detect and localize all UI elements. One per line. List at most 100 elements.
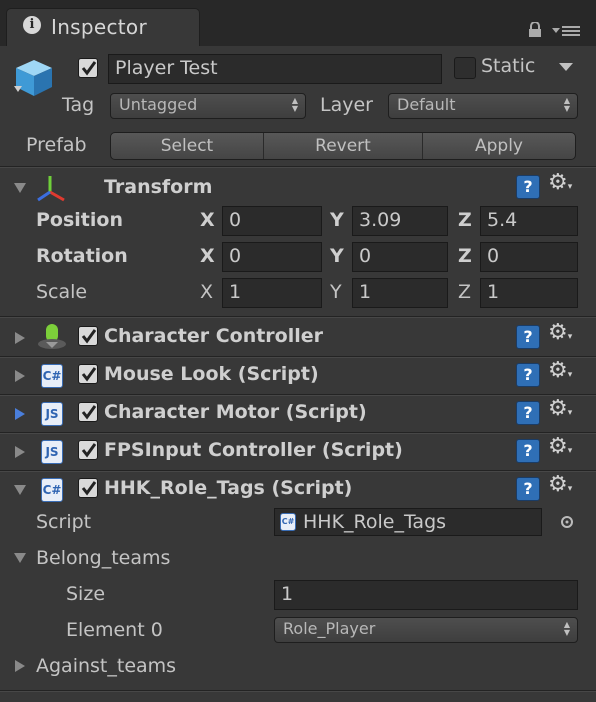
help-icon[interactable]: ? (516, 325, 540, 349)
component-title: Character Motor (Script) (104, 401, 367, 423)
gear-icon: ⚙ (548, 434, 568, 459)
gear-icon: ⚙ (548, 396, 568, 421)
gear-arrow-icon: ▾ (567, 446, 573, 456)
prefab-select-button[interactable]: Select (111, 133, 263, 159)
gear-icon: ⚙ (548, 358, 568, 383)
prefab-button-group: Select Revert Apply (110, 132, 576, 160)
position-y-field[interactable]: 3.09 (352, 206, 448, 236)
divider (0, 691, 596, 692)
layer-dropdown[interactable]: Default ▲ ▼ (388, 93, 578, 119)
divider (0, 471, 596, 472)
divider (0, 357, 596, 358)
gear-icon: ⚙ (548, 320, 568, 345)
script-reference-field[interactable]: HHK_Role_Tags (274, 508, 542, 536)
tab-title: Inspector (51, 15, 147, 39)
layer-label: Layer (320, 94, 373, 116)
rotation-x-field[interactable]: 0 (222, 242, 322, 272)
object-picker-icon[interactable] (559, 514, 575, 530)
element0-dropdown[interactable]: Role_Player ▲ ▼ (274, 617, 578, 643)
help-icon[interactable]: ? (516, 401, 540, 425)
prefab-apply-button[interactable]: Apply (423, 133, 575, 159)
character-controller-icon (38, 324, 66, 349)
component-title: FPSInput Controller (Script) (104, 439, 403, 461)
position-x-field[interactable]: 0 (222, 206, 322, 236)
inspector-tab[interactable]: i Inspector (6, 8, 200, 46)
script-reference-value: HHK_Role_Tags (303, 511, 447, 533)
settings-gear-icon[interactable]: ⚙▾ (548, 322, 572, 344)
script-label: Script (36, 511, 92, 533)
scale-x-field[interactable]: 1 (222, 278, 322, 308)
divider (0, 433, 596, 434)
tag-dropdown-value: Untagged (119, 95, 198, 114)
role-tags-foldout-icon[interactable] (14, 485, 26, 495)
gear-arrow-icon: ▾ (567, 332, 573, 342)
object-name-field[interactable]: Player Test (108, 54, 442, 84)
help-icon[interactable]: ? (516, 175, 540, 199)
size-label: Size (66, 583, 106, 605)
settings-gear-icon[interactable]: ⚙▾ (548, 474, 572, 496)
transform-foldout-icon[interactable] (14, 183, 26, 193)
character-motor-foldout-icon[interactable] (15, 408, 25, 420)
axis-z-label: Z (458, 281, 472, 303)
static-label: Static (481, 55, 536, 77)
position-z-field[interactable]: 5.4 (480, 206, 578, 236)
gameobject-cube-icon (14, 60, 52, 96)
gear-icon: ⚙ (548, 170, 568, 195)
csharp-script-icon: C# (41, 364, 63, 388)
tag-dropdown[interactable]: Untagged ▲ ▼ (110, 93, 306, 119)
scale-z-field[interactable]: 1 (480, 278, 578, 308)
dropdown-arrows-icon: ▲ ▼ (291, 96, 298, 113)
element0-label: Element 0 (66, 619, 163, 641)
prefab-label: Prefab (26, 134, 87, 156)
component-title: HHK_Role_Tags (Script) (104, 477, 353, 499)
prefab-revert-button[interactable]: Revert (264, 133, 422, 159)
info-icon: i (23, 16, 41, 34)
active-checkbox[interactable] (78, 58, 98, 78)
against-teams-foldout-icon[interactable] (15, 660, 25, 672)
mouse-look-enabled-checkbox[interactable] (78, 364, 98, 384)
transform-axes-icon (37, 176, 65, 202)
position-label: Position (36, 209, 123, 231)
settings-gear-icon[interactable]: ⚙▾ (548, 360, 572, 382)
character-controller-enabled-checkbox[interactable] (78, 326, 98, 346)
character-motor-enabled-checkbox[interactable] (78, 402, 98, 422)
help-icon[interactable]: ? (516, 477, 540, 501)
divider (0, 317, 596, 318)
scale-y-field[interactable]: 1 (352, 278, 448, 308)
rotation-y-field[interactable]: 0 (352, 242, 448, 272)
csharp-script-icon: C# (41, 478, 63, 502)
divider (0, 167, 596, 168)
settings-gear-icon[interactable]: ⚙▾ (548, 436, 572, 458)
dropdown-arrows-icon: ▲ ▼ (563, 96, 570, 113)
axis-x-label: X (200, 245, 215, 267)
help-icon[interactable]: ? (516, 439, 540, 463)
axis-x-label: X (200, 209, 215, 231)
role-tags-enabled-checkbox[interactable] (78, 478, 98, 498)
settings-gear-icon[interactable]: ⚙▾ (548, 172, 572, 194)
fpsinput-controller-foldout-icon[interactable] (15, 446, 25, 458)
gear-icon: ⚙ (548, 472, 568, 497)
help-icon[interactable]: ? (516, 363, 540, 387)
element0-dropdown-value: Role_Player (283, 619, 376, 638)
size-field[interactable]: 1 (274, 580, 578, 610)
character-controller-foldout-icon[interactable] (15, 332, 25, 344)
mouse-look-foldout-icon[interactable] (15, 370, 25, 382)
divider (0, 395, 596, 396)
gear-arrow-icon: ▾ (567, 484, 573, 494)
tab-menu-icon[interactable] (552, 22, 582, 38)
transform-title: Transform (104, 176, 213, 198)
gear-arrow-icon: ▾ (567, 182, 573, 192)
static-dropdown-arrow-icon[interactable] (559, 63, 573, 71)
gear-arrow-icon: ▾ (567, 370, 573, 380)
axis-y-label: Y (330, 245, 344, 267)
scale-label: Scale (36, 281, 88, 303)
csharp-script-icon: C# (280, 513, 296, 531)
rotation-z-field[interactable]: 0 (480, 242, 578, 272)
belong-teams-foldout-icon[interactable] (14, 553, 26, 563)
axis-y-label: Y (330, 281, 342, 303)
fpsinput-controller-enabled-checkbox[interactable] (78, 440, 98, 460)
rotation-label: Rotation (36, 245, 128, 267)
lock-icon[interactable] (528, 22, 542, 38)
settings-gear-icon[interactable]: ⚙▾ (548, 398, 572, 420)
static-checkbox[interactable] (454, 57, 476, 79)
